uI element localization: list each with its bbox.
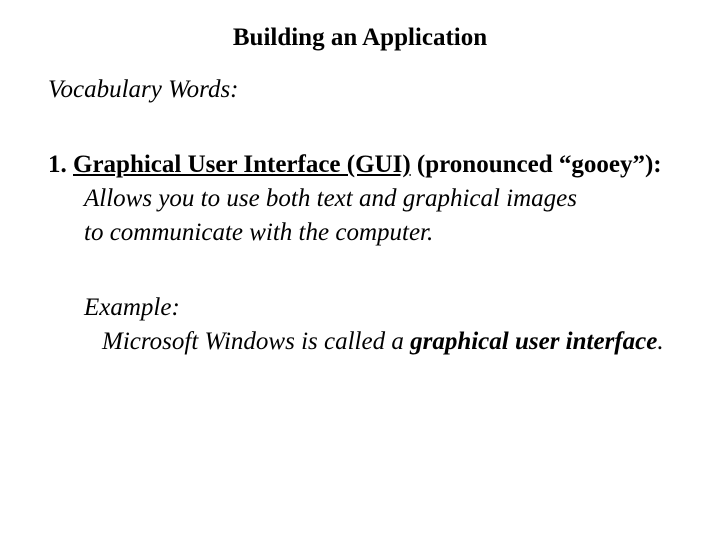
example-block: Example: Microsoft Windows is called a g… <box>48 291 672 359</box>
term-underlined: Graphical User Interface (GUI) <box>73 151 411 178</box>
page-title: Building an Application <box>48 24 672 52</box>
definition-line-1: Allows you to use both text and graphica… <box>48 182 672 216</box>
item-number: 1. <box>48 151 73 178</box>
example-bold-term: graphical user interface <box>410 328 657 355</box>
example-label: Example: <box>84 291 672 325</box>
example-prefix: Microsoft Windows is called a <box>102 328 410 355</box>
term-rest: (pronounced “gooey”): <box>411 151 662 178</box>
example-suffix: . <box>657 328 663 355</box>
definition-line-2: to communicate with the computer. <box>48 216 672 250</box>
example-text: Microsoft Windows is called a graphical … <box>84 325 672 359</box>
term-line: 1. Graphical User Interface (GUI) (prono… <box>48 148 672 182</box>
vocabulary-item: 1. Graphical User Interface (GUI) (prono… <box>48 148 672 359</box>
section-subheading: Vocabulary Words: <box>48 76 672 104</box>
